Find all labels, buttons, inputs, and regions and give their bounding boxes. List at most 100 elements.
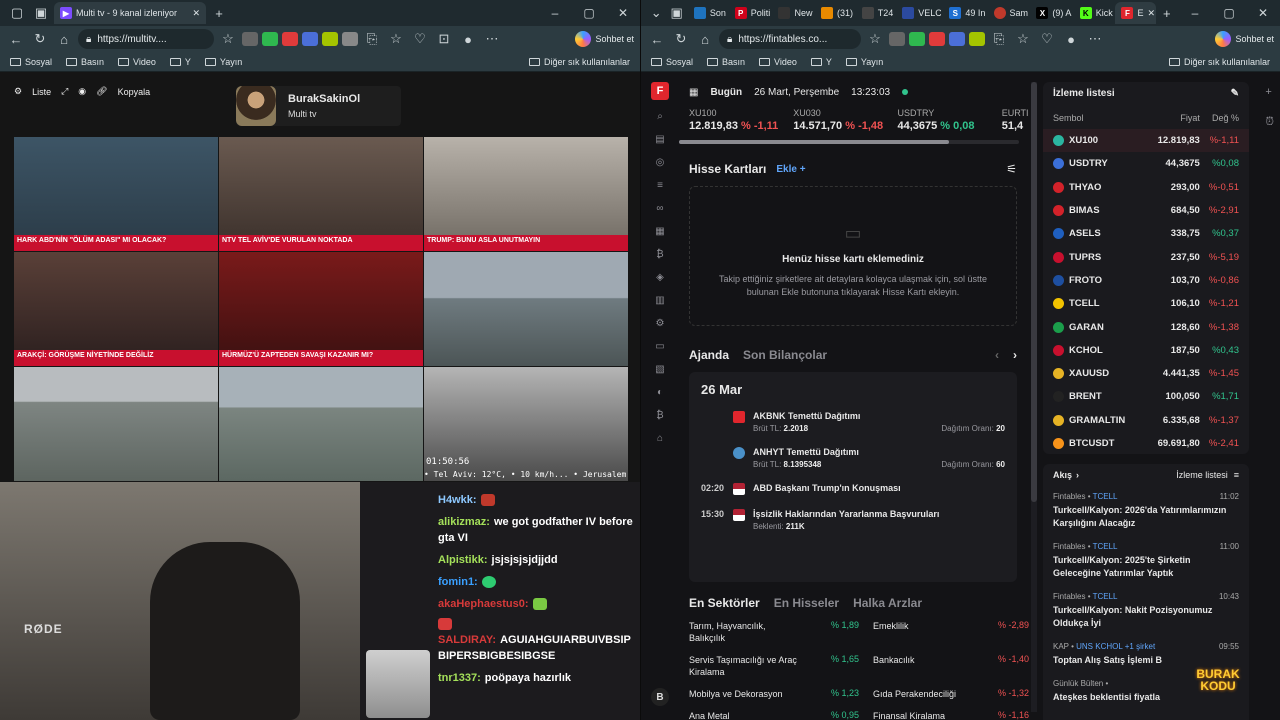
browser-essentials-icon[interactable]: ♡ [1037, 31, 1057, 47]
profile-icon[interactable]: ▢ [6, 2, 28, 24]
plus-icon[interactable]: + [1265, 86, 1274, 98]
extension-icon[interactable] [949, 32, 965, 46]
video-cell[interactable] [424, 252, 628, 366]
more-icon[interactable]: ⋯ [1085, 31, 1105, 47]
watchlist-row[interactable]: USDTRY 44,3675 %0,08 [1053, 152, 1239, 175]
cube-icon[interactable]: ◈ [654, 272, 666, 284]
collections-icon[interactable]: ☆ [386, 31, 406, 47]
bookmark-y[interactable]: Y [810, 57, 832, 67]
news-item[interactable]: Fintables • TCELL 11:00 Turkcell/Kalyon: 2… [1053, 542, 1239, 580]
browser-essentials-icon[interactable]: ♡ [410, 31, 430, 47]
edit-icon[interactable]: ✎ [1231, 88, 1239, 99]
watchlist-row[interactable]: THYAO 293,00 %-0,51 [1053, 176, 1239, 199]
back-icon[interactable]: ← [647, 32, 667, 47]
extension-icon[interactable] [929, 32, 945, 46]
extension-icon[interactable] [969, 32, 985, 46]
video-cell[interactable]: TRUMP: BUNU ASLA UNUTMAYIN [424, 137, 628, 251]
sidebar-toggle-icon[interactable]: ⌄ [647, 2, 665, 24]
tab-fintables[interactable]: F E ✕ [1115, 2, 1156, 24]
list-button[interactable]: Liste [32, 87, 51, 97]
watchlist-row[interactable]: BRENT 100,050 %1,71 [1053, 385, 1239, 408]
sector-row[interactable]: Tarım, Hayvancılık, Balıkçılık % 1,89 Emek… [679, 620, 1029, 644]
url-field[interactable]: 🔒︎ https://fintables.co... [719, 29, 861, 49]
fintables-logo[interactable]: F [651, 82, 669, 100]
chevron-left-icon[interactable]: ‹ [995, 348, 999, 362]
tab-balance-sheets[interactable]: Son Bilançolar [743, 348, 827, 362]
tab[interactable]: VELC [896, 2, 941, 24]
maximize-icon[interactable]: ▢ [1212, 6, 1246, 20]
tab-actions-icon[interactable]: ▣ [667, 2, 685, 24]
table-icon[interactable]: ▧ [654, 364, 666, 376]
video-cell[interactable] [219, 367, 423, 481]
bookmark-video[interactable]: Video [759, 57, 797, 67]
copy-button[interactable]: Kopyala [118, 87, 151, 97]
minimize-icon[interactable]: – [1178, 6, 1212, 20]
tab-actions-icon[interactable]: ▣ [30, 2, 52, 24]
watchlist-row[interactable]: BIMAS 684,50 %-2,91 [1053, 199, 1239, 222]
filter-icon[interactable]: ⚟ [1006, 162, 1017, 176]
tab-agenda[interactable]: Ajanda [689, 348, 729, 362]
extension-icon[interactable] [302, 32, 318, 46]
video-cell[interactable]: 01:50:56 • Tel Aviv: 12°C, • 10 km/h... … [424, 367, 628, 481]
watchlist-row[interactable]: GARAN 128,60 %-1,38 [1053, 315, 1239, 338]
home-icon[interactable]: ⌂ [695, 32, 715, 47]
profile-avatar-icon[interactable]: ● [1061, 32, 1081, 47]
bookmark-sosyal[interactable]: Sosyal [651, 57, 693, 67]
agenda-event[interactable]: 02:20 ABD Başkanı Trump'ın Konuşması [701, 483, 1005, 495]
tab[interactable]: Sam [988, 2, 1029, 24]
alarm-icon[interactable]: ⏰︎ [1265, 116, 1274, 129]
copilot-chat-button[interactable]: Sohbet et [575, 31, 634, 47]
extension-icon[interactable] [342, 32, 358, 46]
tab[interactable]: New [772, 2, 813, 24]
extension-icon[interactable] [322, 32, 338, 46]
tab[interactable]: T24 [856, 2, 894, 24]
tab[interactable]: P Politi [729, 2, 771, 24]
chevron-right-icon[interactable]: › [1013, 348, 1017, 362]
new-tab-icon[interactable]: + [1158, 2, 1176, 24]
sector-row[interactable]: Servis Taşımacılığı ve Araç Kiralama % 1,… [679, 654, 1029, 678]
tab[interactable]: Son [688, 2, 727, 24]
favorite-star-icon[interactable]: ☆ [218, 31, 238, 47]
news-item[interactable]: Fintables • TCELL 10:43 Turkcell/Kalyon: N… [1053, 592, 1239, 630]
feed-filter-select[interactable]: İzleme listesi [1176, 470, 1228, 480]
agenda-event[interactable]: AKBNK Temettü Dağıtımı Brüt TL: 2.2018 Da… [701, 411, 1005, 433]
sector-row[interactable]: Ana Metal % 0,95 Finansal Kiralama % -1,16 [679, 710, 1029, 720]
extension-icon[interactable] [889, 32, 905, 46]
info-icon[interactable]: ◉ [78, 86, 86, 97]
profile-avatar-icon[interactable]: ● [458, 32, 478, 47]
video-cell[interactable]: HÜRMÜZ'Ü ZAPTEDEN SAVAŞI KAZANIR MI? [219, 252, 423, 366]
news-item[interactable]: KAP • UNS KCHOL +1 şirket 09:55 Toptan Alı… [1053, 642, 1239, 667]
news-icon[interactable]: ▭ [654, 341, 666, 353]
watchlist-row[interactable]: KCHOL 187,50 %0,43 [1053, 339, 1239, 362]
url-field[interactable]: 🔒︎ https://multitv.... [78, 29, 214, 49]
watchlist-row[interactable]: XU100 12.819,83 %-1,11 [1043, 129, 1249, 153]
extension-icon[interactable] [262, 32, 278, 46]
tab[interactable]: K Kick [1074, 2, 1114, 24]
collections-icon[interactable]: ☆ [1013, 31, 1033, 47]
bitcoin-icon[interactable]: ₿ [654, 249, 666, 261]
tab[interactable]: X (9) A [1030, 2, 1071, 24]
agenda-event[interactable]: ANHYT Temettü Dağıtımı Brüt TL: 8.1395348… [701, 447, 1005, 469]
extension-icon[interactable] [282, 32, 298, 46]
video-cell[interactable]: ARAKÇİ: GÖRÜŞME NİYETİNDE DEĞİLİZ [14, 252, 218, 366]
close-tab-icon[interactable]: ✕ [192, 8, 200, 19]
maximize-icon[interactable]: ▢ [572, 6, 606, 20]
bottom-badge[interactable]: B [651, 688, 669, 706]
agenda-event[interactable]: 15:30 İşsizlik Haklarından Yararlanma Ba… [701, 509, 1005, 531]
split-screen-icon[interactable]: ⎘ [989, 31, 1009, 47]
close-icon[interactable]: ✕ [606, 6, 640, 20]
tab-ipos[interactable]: Halka Arzlar [853, 596, 922, 610]
bookmark-basin[interactable]: Basın [707, 57, 745, 67]
watchlist-row[interactable]: TCELL 106,10 %-1,21 [1053, 292, 1239, 315]
database-icon[interactable]: ◎ [654, 157, 666, 169]
compass-icon[interactable]: ◐ [654, 387, 666, 399]
scrollbar-thumb[interactable] [679, 140, 949, 144]
extension-icon[interactable] [909, 32, 925, 46]
tab[interactable]: S 49 In [943, 2, 985, 24]
ticker-item[interactable]: EURTI 51,4 [1002, 108, 1029, 132]
refresh-icon[interactable]: ↻ [30, 31, 50, 47]
close-icon[interactable]: ✕ [1246, 6, 1280, 20]
watchlist-row[interactable]: XAUUSD 4.441,35 %-1,45 [1053, 362, 1239, 385]
more-icon[interactable]: ⋯ [482, 31, 502, 47]
tab-multitv[interactable]: ▶ Multi tv - 9 kanal izleniyor ✕ [54, 2, 206, 24]
